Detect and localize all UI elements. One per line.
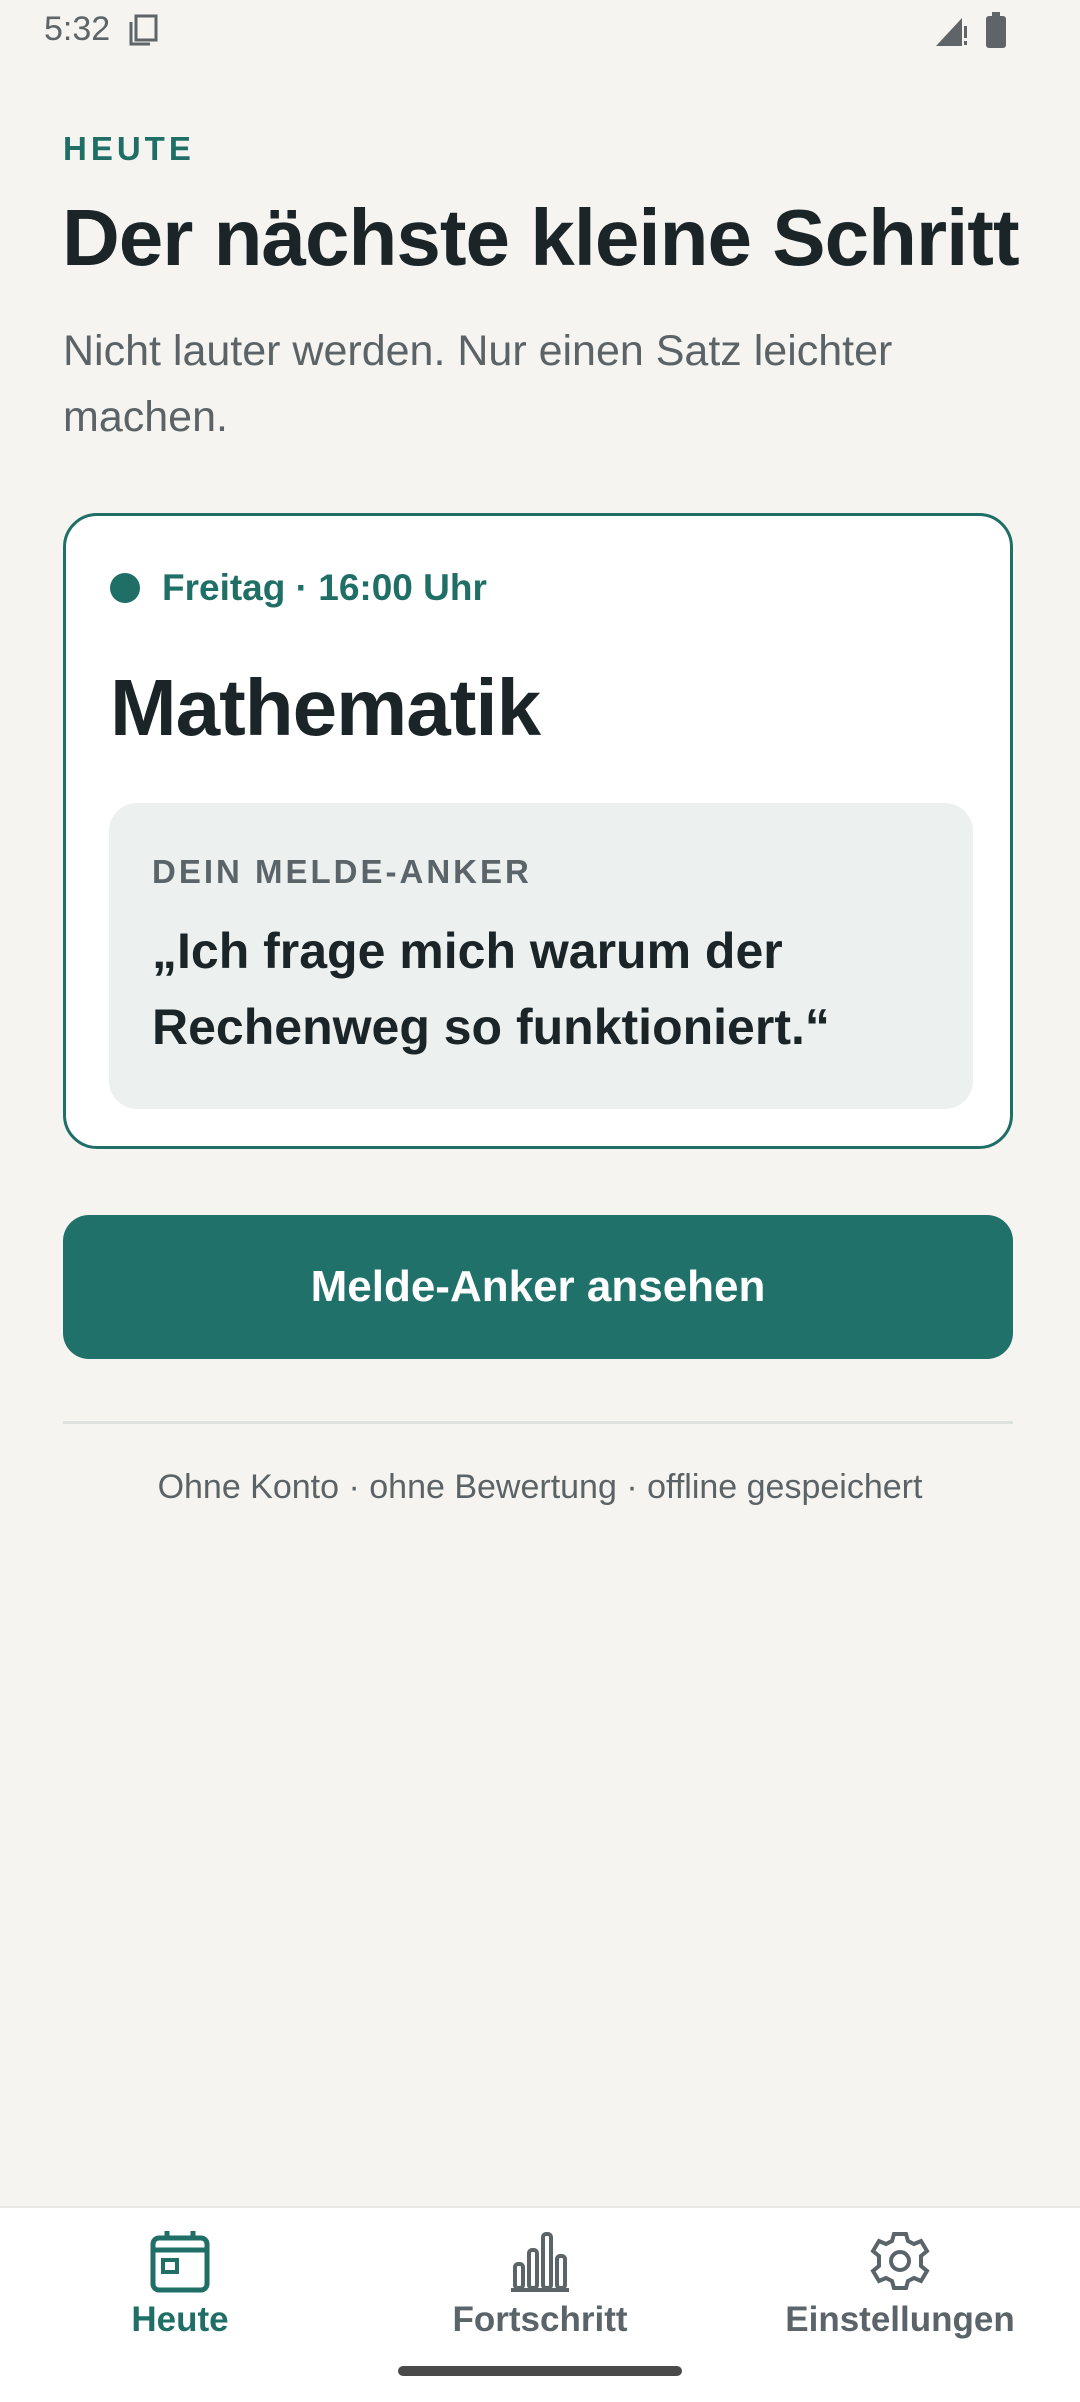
lesson-subject: Mathematik [110,663,541,752]
battery-icon [986,12,1006,48]
bar-chart-icon [511,2232,569,2292]
lesson-time: Freitag · 16:00 Uhr [162,567,487,608]
nav-label-fortschritt: Fortschritt [452,2300,628,2339]
gear-icon [870,2232,930,2290]
sim-card-icon [129,14,158,46]
page-subtitle: Nicht lauter werden. Nur einen Satz leic… [63,327,893,441]
home-indicator[interactable] [398,2366,682,2376]
next-lesson-card: Freitag · 16:00 Uhr Mathematik DEIN MELD… [63,513,1013,1149]
signal-icon [936,18,967,46]
calendar-icon [150,2231,210,2293]
nav-label-einstellungen: Einstellungen [785,2300,1015,2339]
divider [63,1421,1013,1424]
status-bar: 5:32 [0,0,1080,64]
status-dot-icon [110,573,140,603]
page-title: Der nächste kleine Schritt [62,193,1020,282]
status-time: 5:32 [44,10,111,48]
section-eyebrow: HEUTE [63,130,195,167]
anchor-label: DEIN MELDE-ANKER [152,853,532,890]
footer-note: Ohne Konto · ohne Bewertung · offline ge… [157,1468,923,1506]
lesson-meta: Freitag · 16:00 Uhr [110,566,487,610]
anchor-quote: „Ich frage mich warum der Rechenweg so f… [152,923,830,1055]
view-anchor-button[interactable]: Melde-Anker ansehen [63,1215,1013,1359]
anchor-box: DEIN MELDE-ANKER „Ich frage mich warum d… [109,803,973,1109]
nav-item-heute[interactable]: Heute [0,2208,360,2402]
nav-label-heute: Heute [131,2300,229,2339]
nav-item-einstellungen[interactable]: Einstellungen [720,2208,1080,2402]
